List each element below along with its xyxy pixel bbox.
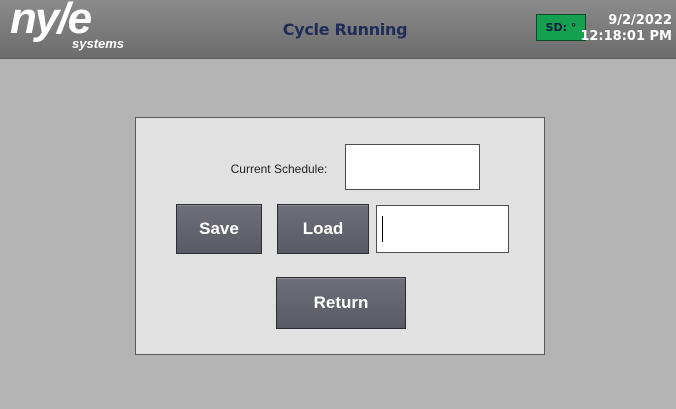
current-schedule-label: Current Schedule: [230, 162, 328, 176]
schedule-panel: Current Schedule: Save Load Return [135, 117, 545, 355]
schedule-name-input[interactable] [376, 205, 509, 253]
time-text: 12:18:01 PM [580, 29, 672, 44]
sd-status-badge[interactable]: SD: ° [536, 14, 586, 41]
header-bar: ny/e systems Cycle Running SD: ° 9/2/202… [0, 0, 676, 58]
page-title: Cycle Running [282, 20, 408, 39]
text-caret [382, 216, 383, 242]
current-schedule-field [345, 144, 480, 190]
load-button[interactable]: Load [277, 204, 369, 254]
nyle-logo: ny/e systems [6, 0, 146, 58]
return-button[interactable]: Return [276, 277, 406, 329]
save-button[interactable]: Save [176, 204, 262, 254]
date-text: 9/2/2022 [608, 13, 672, 28]
logo-subtext: systems [72, 36, 125, 51]
datetime-display: 9/2/2022 12:18:01 PM [580, 13, 672, 45]
